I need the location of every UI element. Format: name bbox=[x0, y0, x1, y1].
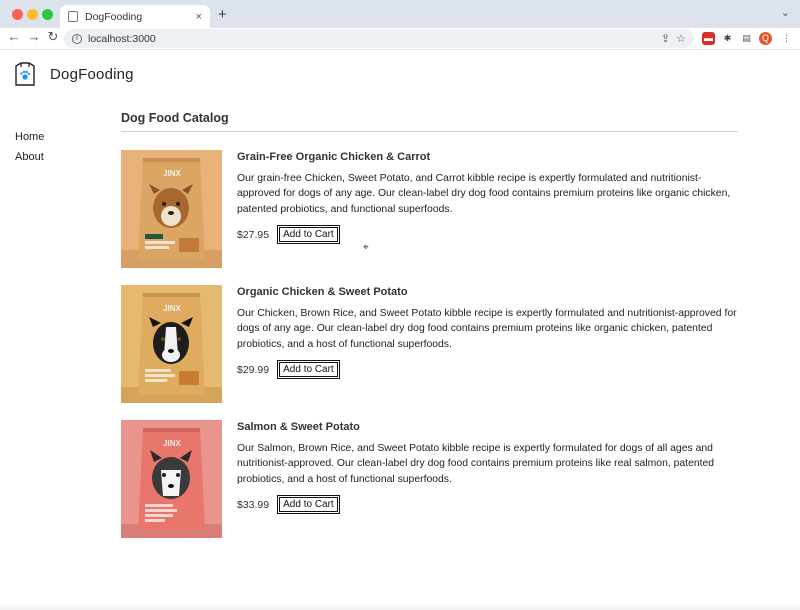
catalog-section: Dog Food Catalog JINX Grain-Free Organic… bbox=[121, 111, 738, 555]
product-price: $27.95 bbox=[237, 228, 270, 241]
add-to-cart-button[interactable]: Add to Cart bbox=[277, 225, 340, 245]
svg-text:JINX: JINX bbox=[163, 439, 181, 448]
new-tab-button[interactable]: + bbox=[218, 6, 227, 23]
site-info-icon[interactable]: i bbox=[72, 33, 82, 44]
product-description: Our Salmon, Brown Rice, and Sweet Potato… bbox=[237, 443, 715, 485]
product-card: JINX Grain-Free Organic Chicken & Carrot… bbox=[121, 150, 738, 285]
product-name: Salmon & Sweet Potato bbox=[237, 421, 360, 433]
product-description: Our Chicken, Brown Rice, and Sweet Potat… bbox=[237, 308, 737, 350]
product-image: JINX bbox=[121, 420, 222, 538]
browser-tab-bar: DogFooding × + ⌄ bbox=[0, 0, 800, 28]
address-url: localhost:3000 bbox=[88, 32, 156, 45]
window-minimize-button[interactable] bbox=[27, 9, 38, 20]
browser-toolbar: ← → ↻ i localhost:3000 ⇪ ☆ ▬ ✱ ▤ Q ⋮ bbox=[0, 28, 800, 50]
title-divider bbox=[121, 131, 738, 132]
tab-search-chevron-icon[interactable]: ⌄ bbox=[781, 6, 790, 19]
window-close-button[interactable] bbox=[12, 9, 23, 20]
forward-arrow-icon[interactable]: → bbox=[26, 29, 42, 44]
side-nav: Home About bbox=[15, 131, 44, 171]
pdf-extension-icon[interactable]: ▬ bbox=[702, 32, 715, 45]
product-price: $33.99 bbox=[237, 498, 270, 511]
product-card: JINX Salmon & Sweet Potato Our Salmon, B… bbox=[121, 420, 738, 555]
tab-title: DogFooding bbox=[85, 10, 143, 23]
browser-menu-icon[interactable]: ⋮ bbox=[780, 32, 793, 45]
bookmark-star-icon[interactable]: ☆ bbox=[676, 32, 686, 45]
product-card: JINX Organic Chicken & Sweet Potato Our … bbox=[121, 285, 738, 420]
add-to-cart-button[interactable]: Add to Cart bbox=[277, 360, 340, 380]
profile-avatar[interactable]: Q bbox=[759, 32, 772, 45]
brand-name[interactable]: DogFooding bbox=[50, 66, 134, 83]
nav-link-home[interactable]: Home bbox=[15, 131, 44, 151]
dog-bag-logo-icon[interactable] bbox=[13, 61, 37, 87]
product-name: Organic Chicken & Sweet Potato bbox=[237, 286, 408, 298]
browser-tab[interactable]: DogFooding × bbox=[60, 5, 210, 28]
svg-text:JINX: JINX bbox=[163, 169, 181, 178]
page-title: Dog Food Catalog bbox=[121, 111, 229, 125]
add-to-cart-button[interactable]: Add to Cart bbox=[277, 495, 340, 515]
reload-icon[interactable]: ↻ bbox=[45, 29, 61, 45]
mouse-cursor-icon: ⌖ bbox=[363, 242, 369, 253]
product-name: Grain-Free Organic Chicken & Carrot bbox=[237, 151, 431, 163]
nav-link-about[interactable]: About bbox=[15, 151, 44, 171]
sidepanel-icon[interactable]: ▤ bbox=[740, 32, 753, 45]
window-maximize-button[interactable] bbox=[42, 9, 53, 20]
tab-close-icon[interactable]: × bbox=[196, 11, 202, 23]
product-image: JINX bbox=[121, 285, 222, 403]
puzzle-extension-icon[interactable]: ✱ bbox=[721, 32, 734, 45]
product-description: Our grain-free Chicken, Sweet Potato, an… bbox=[237, 173, 731, 215]
product-image: JINX bbox=[121, 150, 222, 268]
address-bar[interactable]: i localhost:3000 ⇪ ☆ bbox=[64, 29, 694, 48]
back-arrow-icon[interactable]: ← bbox=[6, 29, 22, 44]
share-icon[interactable]: ⇪ bbox=[661, 32, 670, 45]
window-bottom-edge bbox=[0, 602, 800, 610]
svg-text:JINX: JINX bbox=[163, 304, 181, 313]
tab-favicon-icon bbox=[68, 11, 78, 22]
product-price: $29.99 bbox=[237, 363, 270, 376]
